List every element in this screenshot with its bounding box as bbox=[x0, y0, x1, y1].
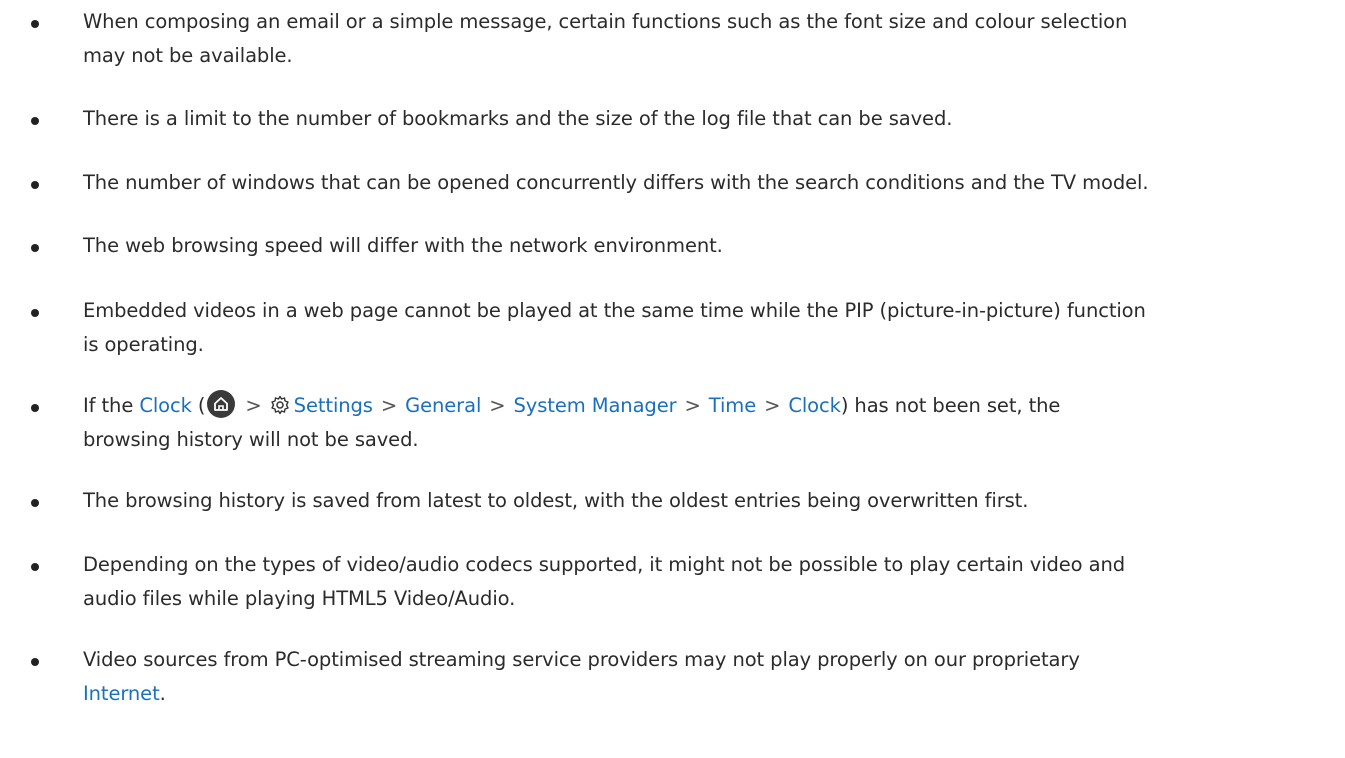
list-item-text: Embedded videos in a web page cannot be … bbox=[83, 294, 1323, 362]
home-icon bbox=[207, 390, 236, 418]
text-prefix: If the bbox=[83, 394, 140, 417]
path-separator: > bbox=[380, 394, 398, 417]
list-item-text: The number of windows that can be opened… bbox=[83, 166, 1323, 200]
bullet bbox=[31, 117, 39, 125]
bullet bbox=[31, 499, 39, 507]
list-item-line: The web browsing speed will differ with … bbox=[83, 234, 723, 257]
list-item-text: Depending on the types of video/audio co… bbox=[83, 548, 1323, 616]
gear-icon bbox=[270, 395, 289, 415]
list-item-line: browsing history will not be saved. bbox=[83, 428, 419, 451]
list-item-line: is operating. bbox=[83, 333, 204, 356]
internet-link[interactable]: Internet bbox=[83, 682, 160, 705]
list-item-text: There is a limit to the number of bookma… bbox=[83, 102, 1323, 136]
list-item-text: The browsing history is saved from lates… bbox=[83, 484, 1323, 518]
list-item-text: If the Clock ( > Settings > General > System M… bbox=[83, 389, 1323, 457]
clock-link[interactable]: Clock bbox=[139, 394, 192, 417]
path-clock[interactable]: Clock bbox=[788, 394, 841, 417]
list-item-line: The number of windows that can be opened… bbox=[83, 171, 1149, 194]
open-paren: ( bbox=[191, 394, 206, 417]
path-time[interactable]: Time bbox=[709, 394, 756, 417]
list-item-text: The web browsing speed will differ with … bbox=[83, 229, 1323, 263]
list-item-line: may not be available. bbox=[83, 44, 293, 67]
bullet bbox=[31, 309, 39, 317]
path-settings[interactable]: Settings bbox=[294, 394, 373, 417]
list-item-text: When composing an email or a simple mess… bbox=[83, 5, 1323, 73]
list-item-line: If the Clock ( > Settings > General > System M… bbox=[83, 389, 1323, 423]
bullet bbox=[31, 20, 39, 28]
text-suffix: . bbox=[159, 682, 166, 705]
list-item-line: Video sources from PC-optimised streamin… bbox=[83, 648, 1080, 671]
list-item-line: Depending on the types of video/audio co… bbox=[83, 553, 1126, 576]
bullet bbox=[31, 563, 39, 571]
list-item-line: Embedded videos in a web page cannot be … bbox=[83, 299, 1146, 322]
path-general[interactable]: General bbox=[405, 394, 481, 417]
path-separator: > bbox=[489, 394, 506, 417]
bullet bbox=[31, 404, 39, 412]
bullet bbox=[31, 181, 39, 189]
list-item-line: Internet. bbox=[83, 677, 1323, 711]
text-suffix: ) has not been set, the bbox=[840, 394, 1061, 417]
bullet bbox=[31, 244, 39, 252]
path-separator: > bbox=[764, 394, 781, 417]
list-item-line: When composing an email or a simple mess… bbox=[83, 10, 1128, 33]
list-item-line: There is a limit to the number of bookma… bbox=[83, 107, 953, 130]
path-system-manager[interactable]: System Manager bbox=[514, 394, 677, 417]
list-item-text: Video sources from PC-optimised streamin… bbox=[83, 643, 1323, 711]
path-separator: > bbox=[245, 394, 262, 417]
path-separator: > bbox=[684, 394, 701, 417]
list-item-line: The browsing history is saved from lates… bbox=[83, 489, 1029, 512]
bullet bbox=[31, 658, 39, 666]
list-item-line: audio files while playing HTML5 Video/Au… bbox=[83, 587, 516, 610]
